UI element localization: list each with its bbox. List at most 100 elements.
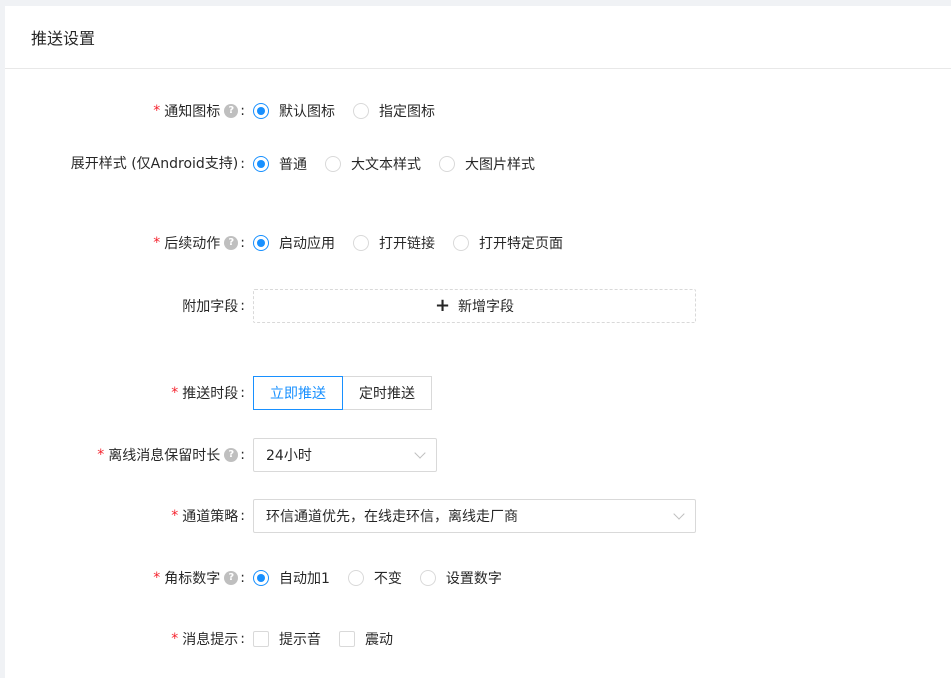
offline-retention-control: 24小时 (253, 438, 437, 472)
help-icon[interactable]: ? (224, 104, 239, 118)
radio-label: 不变 (373, 571, 402, 587)
select-value: 环信通道优先，在线走环信，离线走厂商 (266, 509, 518, 525)
label-push-time: * 推送时段 : (5, 383, 253, 403)
radio-launch-app[interactable]: 启动应用 (253, 233, 335, 253)
radio-checked-icon[interactable] (253, 103, 269, 119)
push-now-button[interactable]: 立即推送 (253, 376, 343, 410)
radio-label: 设置数字 (445, 571, 502, 587)
push-time-segmented: 立即推送 定时推送 (253, 376, 432, 410)
follow-action-radio-group: 启动应用 打开链接 打开特定页面 (253, 233, 581, 253)
row-channel-strategy: * 通道策略 : 环信通道优先，在线走环信，离线走厂商 (5, 499, 951, 533)
radio-normal[interactable]: 普通 (253, 154, 307, 174)
radio-label: 大文本样式 (351, 157, 421, 173)
row-expand-style: 展开样式 (仅Android支持) : 普通 大文本样式 大图片样式 (5, 153, 951, 175)
row-extra-fields: 附加字段 : + 新增字段 (5, 289, 951, 323)
radio-big-text[interactable]: 大文本样式 (325, 154, 421, 174)
chevron-down-icon (673, 508, 685, 520)
required-mark: * (97, 447, 105, 463)
help-icon[interactable]: ? (224, 448, 239, 462)
badge-number-radio-group: 自动加1 不变 设置数字 (253, 568, 520, 588)
radio-label: 自动加1 (279, 571, 330, 587)
colon: : (240, 156, 245, 172)
radio-label: 普通 (279, 157, 307, 173)
help-icon[interactable]: ? (224, 236, 239, 250)
radio-unchecked-icon[interactable] (453, 235, 469, 251)
radio-label: 大图片样式 (465, 157, 535, 173)
radio-unchecked-icon[interactable] (353, 103, 369, 119)
add-field-label: 新增字段 (458, 299, 515, 315)
colon: : (240, 631, 245, 647)
row-message-alert: * 消息提示 : 提示音 震动 (5, 629, 951, 649)
radio-checked-icon[interactable] (253, 570, 269, 586)
radio-unchecked-icon[interactable] (419, 570, 436, 586)
radio-checked-icon[interactable] (253, 156, 269, 172)
colon: : (240, 447, 245, 463)
select-value: 24小时 (266, 448, 312, 464)
page-title: 推送设置 (31, 29, 96, 48)
checkbox-vibrate[interactable]: 震动 (339, 629, 393, 649)
colon: : (240, 235, 245, 251)
colon: : (240, 385, 245, 401)
row-offline-retention: * 离线消息保留时长 ? : 24小时 (5, 438, 951, 472)
label-notify-icon: * 通知图标 ? : (5, 101, 253, 121)
channel-strategy-control: 环信通道优先，在线走环信，离线走厂商 (253, 499, 696, 533)
message-alert-checkbox-group: 提示音 震动 (253, 629, 411, 649)
label-text: 后续动作 (164, 236, 221, 252)
radio-label: 指定图标 (379, 104, 435, 120)
required-mark: * (171, 631, 179, 647)
radio-label: 启动应用 (279, 236, 335, 252)
radio-unchanged[interactable]: 不变 (347, 568, 402, 588)
row-badge-number: * 角标数字 ? : 自动加1 不变 设置数字 (5, 568, 951, 588)
chevron-down-icon (414, 447, 426, 459)
label-text: 通道策略 (182, 509, 239, 525)
radio-big-picture[interactable]: 大图片样式 (439, 154, 535, 174)
label-text: 通知图标 (164, 104, 221, 120)
push-settings-card: 推送设置 * 通知图标 ? : 默认图标 指定图标 展开样式 (仅Android… (5, 6, 951, 678)
extra-fields-control: + 新增字段 (253, 289, 696, 323)
label-extra-fields: 附加字段 : (5, 296, 253, 316)
radio-open-page[interactable]: 打开特定页面 (453, 233, 563, 253)
label-channel-strategy: * 通道策略 : (5, 506, 253, 526)
offline-retention-select[interactable]: 24小时 (253, 438, 437, 472)
radio-auto-increment[interactable]: 自动加1 (253, 568, 330, 588)
channel-strategy-select[interactable]: 环信通道优先，在线走环信，离线走厂商 (253, 499, 696, 533)
label-expand-style: 展开样式 (仅Android支持) : (5, 153, 253, 175)
radio-unchecked-icon[interactable] (439, 156, 455, 172)
colon: : (240, 508, 245, 524)
colon: : (240, 570, 245, 586)
required-mark: * (153, 103, 161, 119)
radio-unchecked-icon[interactable] (347, 570, 364, 586)
help-icon[interactable]: ? (224, 571, 239, 585)
label-text: 离线消息保留时长 (108, 448, 221, 464)
plus-icon: + (434, 295, 451, 316)
radio-open-link[interactable]: 打开链接 (353, 233, 435, 253)
radio-unchecked-icon[interactable] (325, 156, 341, 172)
required-mark: * (153, 570, 161, 586)
required-mark: * (171, 385, 179, 401)
required-mark: * (171, 508, 179, 524)
checkbox-unchecked-icon[interactable] (339, 631, 355, 647)
label-text: 角标数字 (164, 571, 221, 587)
radio-set-number[interactable]: 设置数字 (419, 568, 502, 588)
label-text: 附加字段 (182, 299, 239, 315)
notify-icon-radio-group: 默认图标 指定图标 (253, 101, 453, 121)
label-text: 推送时段 (182, 386, 239, 402)
label-follow-action: * 后续动作 ? : (5, 233, 253, 253)
checkbox-label: 震动 (365, 632, 393, 648)
radio-checked-icon[interactable] (253, 235, 269, 251)
add-field-button[interactable]: + 新增字段 (253, 289, 696, 323)
radio-custom-icon[interactable]: 指定图标 (353, 101, 435, 121)
label-message-alert: * 消息提示 : (5, 629, 253, 649)
radio-unchecked-icon[interactable] (353, 235, 369, 251)
label-line-2: (仅Android支持) (131, 156, 239, 172)
checkbox-label: 提示音 (279, 632, 321, 648)
checkbox-sound[interactable]: 提示音 (253, 629, 321, 649)
colon: : (240, 103, 245, 119)
checkbox-unchecked-icon[interactable] (253, 631, 269, 647)
radio-default-icon[interactable]: 默认图标 (253, 101, 335, 121)
colon: : (240, 298, 245, 314)
scheduled-push-button[interactable]: 定时推送 (343, 376, 432, 410)
label-expand-style-text: 展开样式 (仅Android支持) (71, 153, 239, 175)
radio-label: 打开特定页面 (479, 236, 563, 252)
row-follow-action: * 后续动作 ? : 启动应用 打开链接 打开特定页面 (5, 233, 951, 253)
